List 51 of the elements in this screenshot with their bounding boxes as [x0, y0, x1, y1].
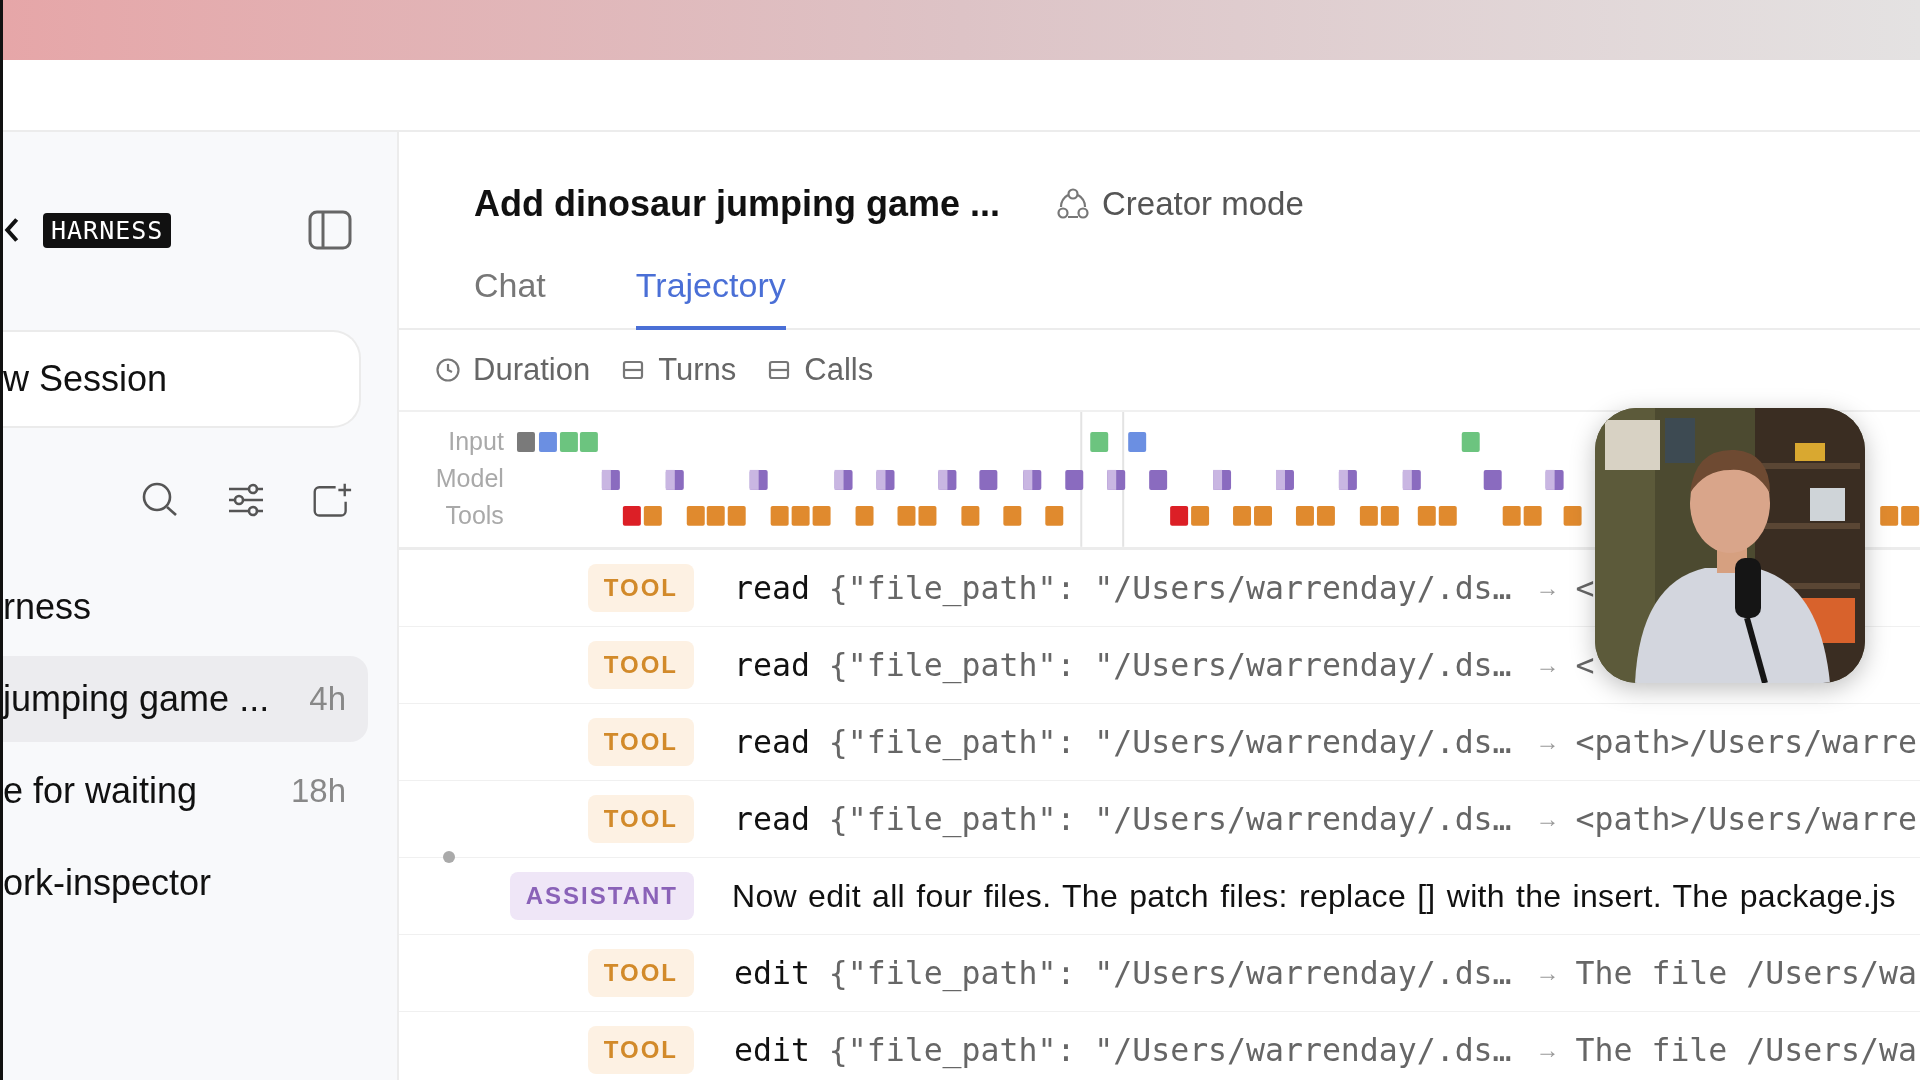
tool-result-text: <path>/Users/warre	[1575, 724, 1917, 760]
session-item[interactable]: ork-inspector	[3, 840, 368, 926]
tab[interactable]: Chat	[474, 258, 546, 330]
role-badge: ASSISTANT	[509, 872, 694, 920]
role-badge: TOOL	[587, 1026, 694, 1074]
tool-call-text: read {"file_path": "/Users/warrenday/.ds…	[734, 647, 1512, 683]
role-badge: TOOL	[587, 718, 694, 766]
tool-result-text: <	[1575, 570, 1595, 606]
creator-mode-label[interactable]: Creator mode	[1102, 185, 1304, 223]
arrow-text: →	[1535, 1036, 1560, 1064]
tool-call-text: edit {"file_path": "/Users/warrenday/.ds…	[734, 1032, 1512, 1068]
arrow-text: →	[1535, 574, 1560, 602]
tool-call-text: read {"file_path": "/Users/warrenday/.ds…	[734, 724, 1512, 760]
marker-dot-icon	[443, 851, 455, 863]
lane-label: Tools	[445, 500, 504, 530]
session-item[interactable]: e for waiting 18h	[3, 748, 368, 834]
tool-result-text: <path>/Users/warre	[1575, 801, 1917, 837]
arrow-text: →	[1535, 728, 1560, 756]
session-title-heading: Add dinosaur jumping game ...	[474, 183, 1001, 225]
filter-button[interactable]: Calls	[766, 352, 874, 388]
nodes-icon	[1056, 187, 1091, 221]
tool-call-text: read {"file_path": "/Users/warrenday/.ds…	[734, 801, 1512, 837]
tool-result-text: <	[1575, 647, 1595, 683]
assistant-message: Now edit all four files. The patch files: replace [] with the insert. The package.js	[732, 877, 1896, 915]
session-title: e for waiting	[3, 770, 198, 812]
filter-button[interactable]: Turns	[620, 352, 737, 388]
arrow-text: →	[1535, 651, 1560, 679]
tool-result-text: The file /Users/wa	[1575, 955, 1917, 991]
tab[interactable]: Trajectory	[635, 258, 786, 330]
role-badge: TOOL	[587, 641, 694, 689]
arrow-text: →	[1535, 805, 1560, 833]
new-session-button[interactable]: w Session	[3, 330, 361, 428]
role-badge: TOOL	[587, 949, 694, 997]
role-badge: TOOL	[587, 564, 694, 612]
session-item[interactable]: rness	[3, 564, 368, 650]
session-time: 4h	[309, 680, 346, 718]
session-time: 18h	[290, 772, 346, 810]
session-title: ork-inspector	[3, 862, 212, 904]
lane-label: Input	[448, 426, 504, 456]
arrow-text: →	[1535, 959, 1560, 987]
tool-call-text: read {"file_path": "/Users/warrenday/.ds…	[734, 570, 1512, 606]
filter-button[interactable]: Duration	[435, 352, 591, 388]
clock-icon	[435, 357, 461, 383]
tool-result-text: The file /Users/wa	[1575, 1032, 1917, 1068]
session-title: rness	[3, 586, 92, 628]
sidebar-toggle-icon[interactable]	[308, 210, 352, 250]
tool-call-text: edit {"file_path": "/Users/warrenday/.ds…	[734, 955, 1512, 991]
lane-label: Model	[435, 463, 504, 493]
role-badge: TOOL	[587, 795, 694, 843]
back-icon[interactable]	[3, 216, 21, 244]
brand-logo: HARNESS	[43, 212, 172, 248]
